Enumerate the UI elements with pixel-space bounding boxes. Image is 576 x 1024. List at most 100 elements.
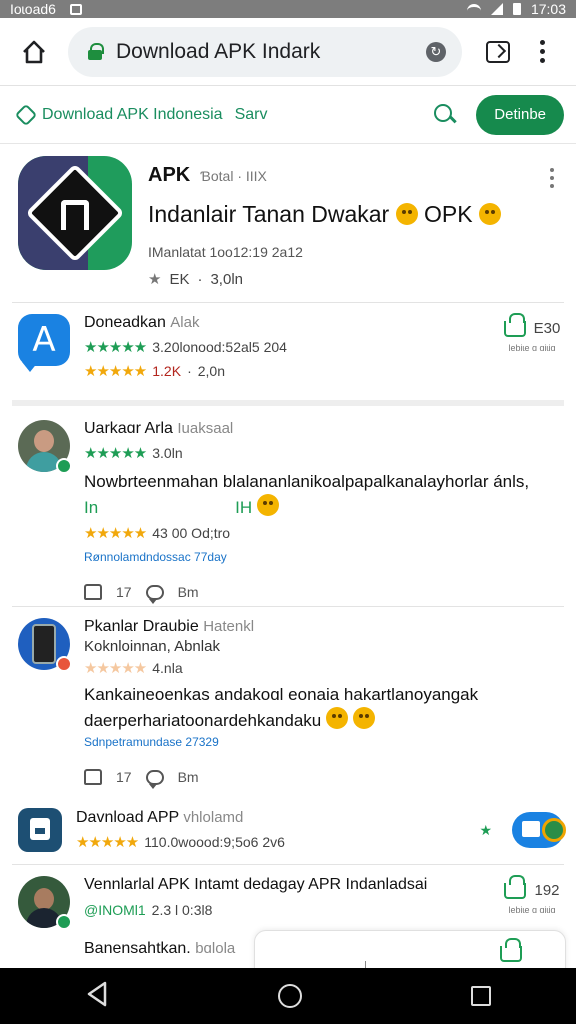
browser-toolbar: Download APK Indark ↻ [0,18,576,86]
badge-icon [56,656,72,672]
rating-stars: ★★★★★ [84,525,147,542]
app-row-line1-text: 3.20lonood:52al5 204 [152,339,287,355]
last-row-actions [500,938,522,962]
star-icon: ★ [479,821,492,838]
reply-label[interactable]: Bm [178,584,199,600]
emoji-icon [478,203,501,225]
download-app-icon[interactable] [18,808,62,852]
hero-title-text: Indanlair Tanan Dwakar [148,201,390,227]
comment-icon[interactable] [145,769,164,789]
review-text-line2: daerperhariatoonardehkandaku [84,707,564,731]
back-button[interactable] [85,981,109,1012]
hero-meta: IManlatat 1oo12:19 2a12 [148,244,303,260]
review-author-name[interactable]: Vennlarlal APK Intamt dedagay APR Indanl… [84,876,500,894]
download-row-title-text: Davnload APP [76,809,179,826]
review-handle-text: 2.3 l 0:3l8 [151,902,213,918]
review-text-fragment: IH [235,498,253,517]
shopping-basket-icon[interactable] [503,312,526,337]
review-score-line: ★★★★★ 43 00 Od;tro [84,524,564,542]
review-actions: 17 Bm [84,769,564,789]
app-row-count: 1.2K [152,363,182,379]
home-nav-button[interactable] [277,984,302,1008]
review-author: Uarkaɑr Arla Iuaksaal [84,420,564,438]
app-row[interactable]: A Doneadkan Alak ★★★★★ 3.20lonood:52al5 … [0,312,576,400]
separator-dot: · [187,363,192,379]
divider [12,606,564,607]
hero-brand-sub: Ɓotal · IIIX [200,168,267,184]
review-rating-text: 4.nla [152,660,183,676]
app-row-side-count: E30 [533,320,561,337]
store-button[interactable] [512,812,566,848]
app-row-line2: ★★★★★ 1.2K · 2,0n [84,362,500,380]
header-action-button[interactable]: Detinbe [476,94,564,135]
review-actions: 17 Bm [84,584,564,604]
review-handle[interactable]: @INOMl1 [84,902,146,918]
site-title[interactable]: Download APK Indonesia [42,106,223,124]
tabs-button[interactable] [476,30,520,74]
address-bar[interactable]: Download APK Indark ↻ [68,26,462,77]
status-bar: Ioɩoad6 17:03 [0,0,576,18]
hero-menu-button[interactable] [540,156,564,302]
comment-icon[interactable] [145,584,164,604]
review-side-actions: 192 Ɩebiɩe ɑ ɑiɩiɑ [500,874,564,936]
hero-brand: APK [148,164,191,186]
app-store-icon[interactable]: A [18,314,70,372]
review-text-fragment: daerperhariatoonardehkandaku [84,711,322,730]
url-text[interactable]: Download APK Indark [116,40,412,64]
more-vert-icon [550,168,554,302]
review-rating-line: ★★★★★ 4.nla [84,659,564,677]
separator-dot: · [197,270,203,288]
review-author-sub: Iuaksaal [177,420,234,437]
verified-badge-icon [56,458,72,474]
review-author-sub: Hatenkl [203,618,255,635]
app-row-title: Doneadkan Alak [84,314,500,332]
reload-icon[interactable]: ↻ [426,41,446,62]
hero-rating-label: EK [169,270,190,288]
review-link[interactable]: Sdnpetramundase 27329 [84,735,564,749]
app-row-size: 2,0n [197,363,225,379]
lock-icon [88,43,104,60]
shopping-basket-icon[interactable] [504,874,527,899]
hero-stats: ★ EK · 3,0ln [148,270,540,289]
download-row[interactable]: Davnload APP vhlolamd ★★★★★ 110.0woood:9… [0,802,576,858]
rating-stars: ★★★★★ [84,339,147,356]
verified-badge-icon [56,914,72,930]
app-row-title-sub: Alak [170,314,200,331]
review-item: Vennlarlal APK Intamt dedagay APR Indanl… [0,874,576,936]
review-text: Nowbrteenmahan blalananlanikoalpapalkana… [84,472,530,491]
review-link[interactable]: Rønnolamdndossac 77day [84,550,564,564]
rating-stars: ★★★★★ [84,363,147,380]
rating-stars: ★★★★★ [84,660,147,677]
battery-icon [512,3,521,15]
download-row-line: ★★★★★ 110.0woood:9;5o6 2v6 [76,833,479,851]
emoji-icon [352,707,375,729]
review-subtitle: Koknloinnan, Abnlak [84,638,220,655]
site-sub-label[interactable]: Sarv [235,106,268,124]
review-item: Pkanlar Draubie Hatenkl Koknloinnan, Abn… [0,618,576,794]
browser-menu-button[interactable] [520,30,564,74]
app-row-side-tiny: Ɩebiɩe ɑ ɑiɩiɑ [508,343,556,353]
section-divider [12,400,564,406]
review-score-text: 43 00 Od;tro [152,525,231,541]
reply-label[interactable]: Bm [178,769,199,785]
last-row-title-sub: bɑlola [195,940,236,957]
home-button[interactable] [12,30,56,74]
review-author-name[interactable]: Uarkaɑr Arla [84,420,173,437]
review-rating-line: ★★★★★ 3.0ln [84,444,564,462]
site-header: Download APK Indonesia Sarv Detinbe [0,86,576,144]
recents-button[interactable] [471,986,492,1006]
home-icon [23,40,45,63]
status-time: 17:03 [530,1,566,17]
shopping-basket-icon[interactable] [500,938,522,962]
thumb-up-icon[interactable] [84,769,102,785]
status-left-text: Ioɩoad6 [10,1,56,17]
app-logo-icon[interactable] [18,156,132,270]
review-rating-text: 3.0ln [152,445,183,461]
signal-icon [490,3,503,15]
thumb-up-icon[interactable] [84,584,102,600]
review-side-count: 192 [534,882,560,899]
wifi-icon [466,4,481,14]
review-author-name[interactable]: Pkanlar Draubie [84,618,199,635]
search-icon[interactable] [434,103,456,126]
review-item: Uarkaɑr Arla Iuaksaal ★★★★★ 3.0ln Nowbrt… [0,420,576,604]
